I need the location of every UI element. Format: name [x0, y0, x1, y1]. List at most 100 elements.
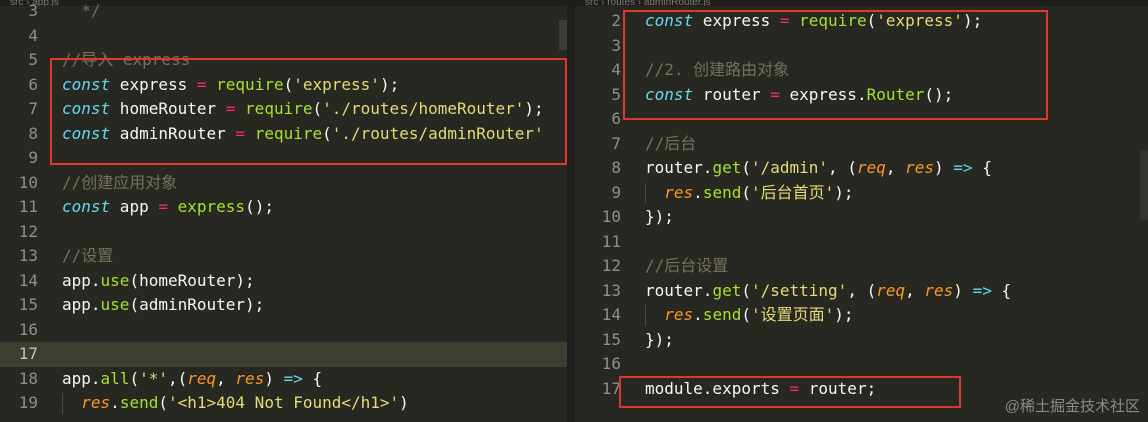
line-number: 13 — [18, 246, 38, 265]
code-line[interactable]: 8 const adminRouter = require('./routes/a… — [0, 122, 567, 147]
code-text[interactable]: //2. 创建路由对象 — [645, 58, 789, 83]
code-line[interactable]: 8 router.get('/admin', (req, res) => { — [575, 156, 1148, 181]
code-text[interactable]: //导入 express — [62, 48, 190, 73]
code-text[interactable]: }); — [645, 328, 674, 353]
code-token: . — [110, 393, 120, 412]
code-token: req — [856, 158, 886, 177]
code-text[interactable]: app.all('*',(req, res) => { — [62, 367, 322, 392]
code-token: Router — [866, 84, 925, 104]
code-text[interactable]: const adminRouter = require('./routes/ad… — [62, 122, 544, 147]
code-token: ) — [399, 393, 409, 412]
code-line[interactable]: 12 — [0, 220, 567, 245]
code-line[interactable]: 15}); — [575, 328, 1148, 353]
code-line[interactable]: 7 const homeRouter = require('./routes/ho… — [0, 97, 567, 122]
code-token: require — [254, 123, 323, 143]
left-code-lines[interactable]: 3 */4 5//导入 express 6 const express = requi… — [0, 0, 567, 416]
line-number: 5 — [611, 84, 621, 104]
code-token: . — [693, 305, 703, 324]
code-token: */ — [62, 1, 101, 20]
code-token: adminRouter — [110, 123, 236, 143]
code-text[interactable]: //设置 — [62, 244, 113, 269]
code-token: './routes/homeRouter' — [322, 99, 525, 118]
code-token: require — [216, 74, 284, 94]
code-line[interactable]: 12 //后台设置 — [575, 254, 1148, 279]
code-token: { — [972, 158, 992, 177]
code-token: ) — [934, 158, 954, 177]
code-text[interactable]: //创建应用对象 — [62, 171, 177, 196]
code-token: ( — [158, 393, 168, 412]
code-token: const — [62, 197, 111, 216]
code-line[interactable]: 13 //设置 — [0, 244, 567, 269]
code-text[interactable]: app.use(adminRouter); — [62, 293, 264, 318]
code-line[interactable]: 9 — [0, 146, 567, 171]
code-text[interactable]: res.send('<h1>404 Not Found</h1>') — [62, 391, 409, 416]
code-token: ( — [866, 11, 877, 30]
code-line[interactable]: 5 //导入 express — [0, 48, 567, 73]
code-line[interactable]: 11 — [575, 230, 1148, 255]
code-line[interactable]: 3 */ — [0, 0, 567, 24]
code-line[interactable]: 7 //后台 — [575, 132, 1148, 157]
code-text[interactable]: const router = express.Router(); — [645, 83, 953, 108]
code-line[interactable]: 16 — [575, 352, 1148, 377]
code-line[interactable]: 6 const express = require('express'); — [0, 73, 567, 98]
code-line[interactable]: 11 const app = express(); — [0, 195, 567, 220]
code-text[interactable]: router.get('/setting', (req, res) => { — [645, 279, 1011, 304]
right-code-lines[interactable]: 2 const express = require('express'); 3 4//… — [575, 9, 1148, 401]
code-token: req — [187, 368, 217, 388]
right-scrollbar-thumb[interactable] — [1140, 150, 1148, 220]
line-number: 4 — [28, 25, 38, 45]
code-line[interactable]: 14 res.send('设置页面'); — [575, 303, 1148, 328]
code-line[interactable]: 14 app.use(homeRouter); — [0, 269, 567, 294]
code-line[interactable]: 2 const express = require('express'); — [575, 9, 1148, 34]
code-text[interactable]: const express = require('express'); — [645, 9, 982, 34]
code-line[interactable]: 16 — [0, 318, 567, 343]
code-line[interactable]: 4 //2. 创建路由对象 — [575, 58, 1148, 83]
code-line[interactable]: 13 router.get('/setting', (req, res) => { — [575, 279, 1148, 304]
right-editor-pane[interactable]: src › routes › adminRouter.js 2 const exp… — [575, 0, 1148, 422]
code-text[interactable]: const app = express(); — [62, 195, 274, 220]
code-text[interactable]: res.send('设置页面'); — [645, 303, 854, 328]
line-number: 16 — [18, 319, 38, 339]
code-token: ( — [322, 123, 332, 143]
code-text[interactable]: const homeRouter = require('./routes/hom… — [62, 97, 544, 122]
line-number: 11 — [18, 197, 38, 216]
code-text[interactable]: //后台 — [645, 132, 696, 157]
left-scrollbar-thumb[interactable] — [559, 20, 567, 50]
pane-divider[interactable] — [567, 0, 575, 422]
code-text[interactable]: res.send('后台首页'); — [645, 181, 854, 206]
code-text[interactable]: router.get('/admin', (req, res) => { — [645, 156, 992, 181]
code-line[interactable]: 5 const router = express.Router(); — [575, 83, 1148, 108]
code-token: = — [789, 378, 800, 398]
code-token: //设置 — [62, 246, 114, 265]
right-breadcrumb[interactable]: src › routes › adminRouter.js — [575, 0, 1148, 6]
code-line[interactable]: 19 res.send('<h1>404 Not Found</h1>') — [0, 391, 567, 416]
code-text[interactable]: }); — [645, 205, 674, 230]
line-number: 2 — [611, 11, 621, 30]
left-editor-pane[interactable]: src › app.js 3 */4 5//导入 express 6 const ex… — [0, 0, 567, 422]
code-token: ( — [741, 305, 751, 324]
code-line[interactable]: 9 res.send('后台首页'); — [575, 181, 1148, 206]
code-line[interactable]: 6 — [575, 107, 1148, 132]
code-token: { — [991, 280, 1012, 300]
code-line[interactable]: 15 app.use(adminRouter); — [0, 293, 567, 318]
editor-window: src › app.js 3 */4 5//导入 express 6 const ex… — [0, 0, 1148, 422]
line-number: 10 — [18, 172, 38, 192]
code-line[interactable]: 18 app.all('*',(req, res) => { — [0, 367, 567, 392]
code-line[interactable]: 17 — [0, 342, 567, 367]
code-text[interactable]: module.exports = router; — [645, 377, 876, 402]
code-token: => — [283, 368, 303, 388]
code-text[interactable]: //后台设置 — [645, 254, 728, 279]
code-line[interactable]: 3 — [575, 34, 1148, 59]
code-token: 'express' — [876, 11, 963, 30]
code-text[interactable]: const express = require('express'); — [62, 73, 399, 98]
code-line[interactable]: 10}); — [575, 205, 1148, 230]
code-token: ,( — [167, 368, 188, 388]
line-number: 10 — [601, 207, 621, 226]
code-line[interactable]: 10 //创建应用对象 — [0, 171, 567, 196]
code-line[interactable]: 4 — [0, 24, 567, 49]
code-text[interactable]: */ — [62, 0, 101, 24]
code-text[interactable]: app.use(homeRouter); — [62, 269, 255, 294]
code-token: = — [196, 74, 207, 94]
